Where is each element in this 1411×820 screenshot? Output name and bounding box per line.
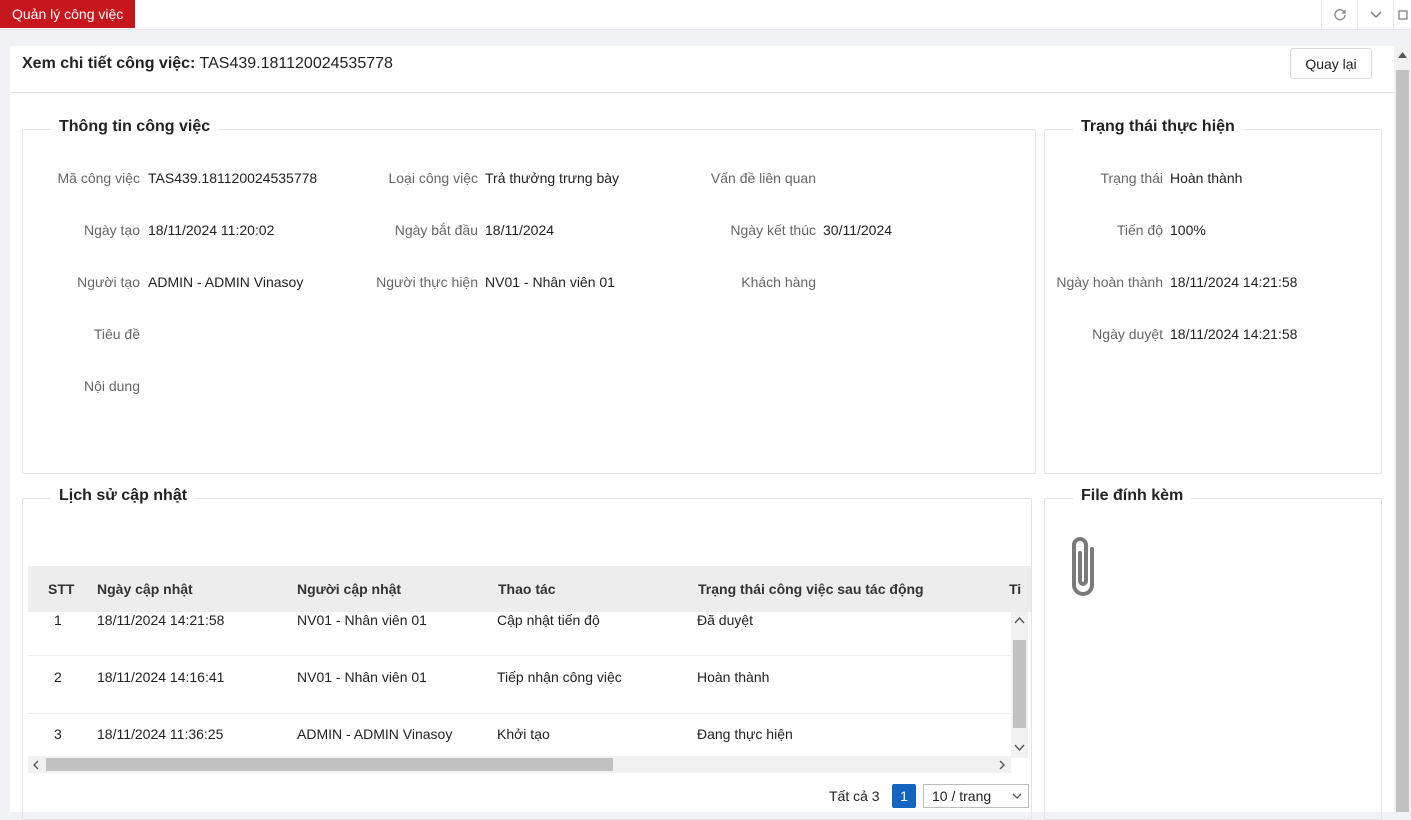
column-header-status-after[interactable]: Trạng thái công việc sau tác động: [698, 581, 933, 597]
pager-page-1[interactable]: 1: [892, 784, 916, 808]
scroll-up-icon[interactable]: [1398, 52, 1407, 58]
cell-updated-date: 18/11/2024 14:16:41: [97, 669, 225, 685]
page-size-value: 10 / trang: [932, 788, 992, 804]
chevron-down-icon: [1012, 793, 1022, 799]
field-value-creator: ADMIN - ADMIN Vinasoy: [148, 274, 304, 290]
field-label-task-code: Mã công việc: [57, 170, 140, 186]
task-info-section: Thông tin công việc Mã công việc TAS439.…: [22, 118, 1036, 474]
top-bar: Quản lý công việc: [0, 0, 1411, 30]
task-info-legend: Thông tin công việc: [51, 118, 219, 136]
history-legend: Lịch sử cập nhật: [51, 487, 196, 505]
column-header-action[interactable]: Thao tác: [498, 581, 556, 597]
field-label-task-type: Loại công việc: [388, 170, 478, 186]
scroll-right-icon[interactable]: [998, 760, 1006, 770]
cell-stt: 1: [54, 612, 62, 628]
scrollbar-thumb[interactable]: [46, 758, 613, 771]
field-label-created-date: Ngày tạo: [83, 222, 140, 238]
field-label-end-date: Ngày kết thúc: [730, 222, 816, 238]
refresh-icon[interactable]: [1321, 0, 1358, 29]
table-row[interactable]: 2 18/11/2024 14:16:41 NV01 - Nhân viên 0…: [28, 656, 1010, 714]
cell-updater: NV01 - Nhân viên 01: [297, 669, 427, 685]
status-section: Trạng thái thực hiện Trạng thái Hoàn thà…: [1044, 118, 1382, 474]
table-row[interactable]: 1 18/11/2024 14:21:58 NV01 - Nhân viên 0…: [28, 612, 1010, 656]
cell-status-after: Hoàn thành: [697, 669, 770, 685]
field-label-related-issue: Vấn đề liên quan: [710, 170, 816, 186]
cell-updater: NV01 - Nhân viên 01: [297, 612, 427, 628]
page-vertical-scrollbar[interactable]: [1394, 46, 1411, 812]
field-label-completed-date: Ngày hoàn thành: [1056, 274, 1163, 290]
page-header: Xem chi tiết công việc: TAS439.181120024…: [10, 46, 1394, 93]
field-value-start-date: 18/11/2024: [485, 222, 555, 238]
back-button[interactable]: Quay lại: [1290, 48, 1372, 79]
field-value-task-code: TAS439.181120024535778: [148, 170, 318, 186]
cell-status-after: Đã duyệt: [697, 612, 754, 628]
page-title-code: TAS439.181120024535778: [199, 55, 393, 72]
column-header-updated-date[interactable]: Ngày cập nhật: [97, 581, 193, 597]
column-header-updater[interactable]: Người cập nhật: [297, 581, 401, 597]
cell-action: Tiếp nhận công việc: [497, 669, 622, 685]
field-value-progress: 100%: [1170, 222, 1206, 238]
cell-updated-date: 18/11/2024 14:21:58: [97, 612, 225, 628]
table-horizontal-scrollbar[interactable]: [28, 756, 1011, 773]
cell-stt: 2: [54, 669, 62, 685]
field-value-created-date: 18/11/2024 11:20:02: [148, 222, 275, 238]
field-label-approved-date: Ngày duyệt: [1092, 326, 1163, 342]
paperclip-icon[interactable]: [1061, 535, 1107, 605]
field-label-assignee: Người thực hiện: [376, 274, 478, 290]
field-label-customer: Khách hàng: [741, 274, 816, 290]
scroll-left-icon[interactable]: [32, 760, 40, 770]
cell-action: Cập nhật tiến độ: [497, 612, 600, 628]
scrollbar-thumb[interactable]: [1013, 640, 1026, 728]
field-value-approved-date: 18/11/2024 14:21:58: [1170, 326, 1298, 342]
field-label-creator: Người tạo: [77, 274, 140, 290]
field-label-title: Tiêu đề: [93, 326, 140, 342]
cell-status-after: Đang thực hiện: [697, 726, 793, 742]
field-value-assignee: NV01 - Nhân viên 01: [485, 274, 615, 290]
attachments-section: File đính kèm: [1044, 487, 1382, 820]
pager-total: Tất cả 3: [829, 788, 880, 804]
table-vertical-scrollbar[interactable]: [1011, 612, 1028, 758]
page-size-select[interactable]: 10 / trang: [923, 784, 1029, 808]
field-value-end-date: 30/11/2024: [823, 222, 893, 238]
table-row[interactable]: 3 18/11/2024 11:36:25 ADMIN - ADMIN Vina…: [28, 713, 1010, 756]
attachments-legend: File đính kèm: [1073, 487, 1192, 505]
field-value-completed-date: 18/11/2024 14:21:58: [1170, 274, 1298, 290]
page-title-label: Xem chi tiết công việc:: [22, 55, 196, 72]
cell-updater: ADMIN - ADMIN Vinasoy: [297, 726, 453, 742]
cell-stt: 3: [54, 726, 62, 742]
cell-action: Khởi tạo: [497, 726, 550, 742]
chevron-down-icon[interactable]: [1357, 0, 1394, 29]
field-value-task-type: Trả thưởng trưng bày: [485, 170, 620, 186]
status-legend: Trạng thái thực hiện: [1073, 118, 1243, 136]
scrollbar-thumb[interactable]: [1396, 70, 1409, 812]
field-label-status: Trạng thái: [1100, 170, 1163, 186]
task-detail-page: Xem chi tiết công việc: TAS439.181120024…: [10, 46, 1394, 820]
scroll-up-icon[interactable]: [1014, 616, 1025, 624]
field-value-status: Hoàn thành: [1170, 170, 1243, 186]
cell-updated-date: 18/11/2024 11:36:25: [97, 726, 224, 742]
field-label-start-date: Ngày bắt đầu: [394, 222, 478, 238]
column-header-truncated[interactable]: Ti: [1009, 581, 1022, 597]
history-table-header: STT Ngày cập nhật Người cập nhật Thao tá…: [28, 566, 1031, 612]
field-label-progress: Tiến độ: [1116, 222, 1163, 238]
column-header-stt[interactable]: STT: [48, 581, 74, 597]
tab-task-management[interactable]: Quản lý công việc: [0, 0, 136, 28]
field-label-content: Nội dung: [83, 378, 140, 394]
window-icon[interactable]: [1393, 0, 1411, 29]
scroll-down-icon[interactable]: [1014, 744, 1025, 752]
page-title: Xem chi tiết công việc: TAS439.181120024…: [22, 55, 393, 73]
